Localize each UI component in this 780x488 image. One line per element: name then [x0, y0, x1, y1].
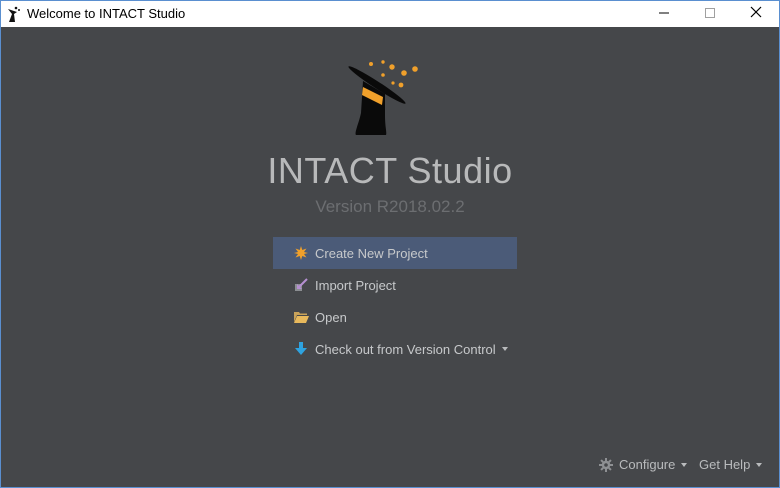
- import-project-icon: [293, 277, 309, 293]
- minimize-button[interactable]: [641, 1, 687, 27]
- checkout-vcs-label: Check out from Version Control: [315, 341, 496, 357]
- welcome-content: INTACT Studio Version R2018.02.2 Create …: [1, 27, 779, 487]
- minimize-icon: [659, 5, 669, 23]
- import-project-label: Import Project: [315, 277, 396, 293]
- open-button[interactable]: Open: [273, 301, 517, 333]
- welcome-window: Welcome to INTACT Studio INTACT Studio V…: [0, 0, 780, 488]
- chevron-down-icon: [501, 347, 508, 351]
- download-arrow-icon: [293, 341, 309, 357]
- create-new-project-label: Create New Project: [315, 245, 428, 261]
- gear-icon: [599, 457, 613, 472]
- close-button[interactable]: [733, 1, 779, 27]
- app-name-heading: INTACT Studio: [267, 150, 513, 191]
- create-new-project-button[interactable]: Create New Project: [273, 237, 517, 269]
- close-icon: [750, 5, 762, 23]
- import-project-button[interactable]: Import Project: [273, 269, 517, 301]
- open-label: Open: [315, 309, 347, 325]
- configure-menu[interactable]: Configure: [599, 457, 688, 472]
- checkout-vcs-button[interactable]: Check out from Version Control: [273, 333, 517, 365]
- get-help-label: Get Help: [699, 457, 751, 472]
- maximize-icon: [705, 5, 715, 23]
- get-help-menu[interactable]: Get Help: [699, 457, 763, 472]
- window-title: Welcome to INTACT Studio: [27, 6, 186, 21]
- configure-label: Configure: [619, 457, 676, 472]
- intact-logo-icon: [339, 57, 439, 143]
- title-bar[interactable]: Welcome to INTACT Studio: [1, 1, 779, 27]
- maximize-button[interactable]: [687, 1, 733, 27]
- version-label: Version R2018.02.2: [315, 197, 465, 216]
- chevron-down-icon: [681, 462, 688, 467]
- new-project-star-icon: [293, 245, 309, 261]
- chevron-down-icon: [756, 462, 763, 467]
- app-logo-icon: [5, 5, 21, 23]
- folder-open-icon: [293, 309, 309, 325]
